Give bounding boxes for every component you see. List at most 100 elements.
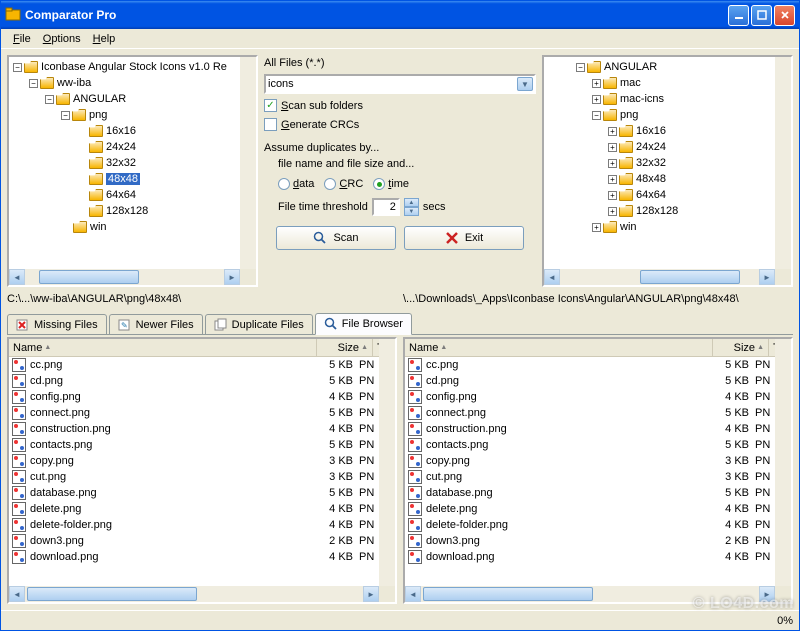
tree-node-label[interactable]: 64x64: [636, 189, 666, 201]
tree-node-label[interactable]: mac: [620, 77, 641, 89]
tree-node-label[interactable]: 16x16: [106, 125, 136, 137]
file-row[interactable]: down3.png2 KBPN: [405, 533, 775, 549]
file-row[interactable]: delete-folder.png4 KBPN: [405, 517, 775, 533]
tree-node-label[interactable]: 128x128: [636, 205, 678, 217]
tree-collapse-icon[interactable]: −: [13, 63, 22, 72]
tree-node-label[interactable]: 64x64: [106, 189, 136, 201]
tree-node-label[interactable]: ANGULAR: [604, 61, 657, 73]
tree-collapse-icon[interactable]: −: [45, 95, 54, 104]
file-row[interactable]: construction.png4 KBPN: [405, 421, 775, 437]
h-scrollbar[interactable]: ◄►: [9, 586, 379, 602]
tree-expand-icon[interactable]: +: [608, 159, 617, 168]
tree-collapse-icon[interactable]: −: [592, 111, 601, 120]
tree-expand-icon[interactable]: +: [608, 207, 617, 216]
v-scrollbar[interactable]: [775, 57, 791, 269]
file-row[interactable]: database.png5 KBPN: [9, 485, 379, 501]
file-row[interactable]: cut.png3 KBPN: [405, 469, 775, 485]
tree-expand-icon[interactable]: +: [608, 175, 617, 184]
tree-node-label[interactable]: Iconbase Angular Stock Icons v1.0 Re: [41, 61, 227, 73]
file-row[interactable]: construction.png4 KBPN: [9, 421, 379, 437]
filter-combo[interactable]: icons ▼: [264, 74, 536, 94]
file-row[interactable]: copy.png3 KBPN: [9, 453, 379, 469]
v-scrollbar[interactable]: [775, 339, 791, 586]
tree-collapse-icon[interactable]: −: [576, 63, 585, 72]
tree-node-label[interactable]: 48x48: [636, 173, 666, 185]
col-name[interactable]: Name▲: [9, 339, 317, 356]
radio-crc[interactable]: CRC: [324, 178, 363, 190]
tab-missing[interactable]: Missing Files: [7, 314, 107, 334]
file-row[interactable]: contacts.png5 KBPN: [9, 437, 379, 453]
file-row[interactable]: cd.png5 KBPN: [9, 373, 379, 389]
file-row[interactable]: database.png5 KBPN: [405, 485, 775, 501]
tree-node-label[interactable]: ANGULAR: [73, 93, 126, 105]
tab-duplicate[interactable]: Duplicate Files: [205, 314, 313, 334]
file-row[interactable]: cd.png5 KBPN: [405, 373, 775, 389]
spin-up[interactable]: ▲: [404, 198, 419, 207]
v-scrollbar[interactable]: [379, 339, 395, 586]
file-row[interactable]: connect.png5 KBPN: [9, 405, 379, 421]
tree-expand-icon[interactable]: +: [608, 143, 617, 152]
tree-node-label[interactable]: png: [89, 109, 107, 121]
tree-expand-icon[interactable]: +: [592, 79, 601, 88]
tree-node-label[interactable]: 24x24: [636, 141, 666, 153]
tree-expand-icon[interactable]: +: [592, 95, 601, 104]
tree-node-label[interactable]: win: [90, 221, 107, 233]
file-row[interactable]: contacts.png5 KBPN: [405, 437, 775, 453]
chevron-down-icon[interactable]: ▼: [517, 77, 533, 91]
left-file-list[interactable]: Name▲ Size▲ Ty cc.png5 KBPNcd.png5 KBPNc…: [7, 337, 397, 604]
h-scrollbar[interactable]: ◄►: [405, 586, 775, 602]
radio-data[interactable]: data: [278, 178, 314, 190]
tree-node-selected[interactable]: 48x48: [106, 173, 140, 185]
file-row[interactable]: down3.png2 KBPN: [9, 533, 379, 549]
spin-down[interactable]: ▼: [404, 207, 419, 216]
right-tree[interactable]: − ANGULAR + mac + mac-icns − png +16x16 +24x…: [542, 55, 793, 287]
tree-node-label[interactable]: 16x16: [636, 125, 666, 137]
tree-collapse-icon[interactable]: −: [29, 79, 38, 88]
close-button[interactable]: [774, 5, 795, 26]
file-row[interactable]: cc.png5 KBPN: [405, 357, 775, 373]
tree-node-label[interactable]: png: [620, 109, 638, 121]
menu-help[interactable]: Help: [87, 31, 122, 47]
exit-button[interactable]: Exit: [404, 226, 524, 250]
scan-button[interactable]: Scan: [276, 226, 396, 250]
radio-time[interactable]: time: [373, 178, 409, 190]
menu-options[interactable]: Options: [37, 31, 87, 47]
scan-sub-checkbox[interactable]: ✓: [264, 99, 277, 112]
menu-file[interactable]: File: [7, 31, 37, 47]
file-row[interactable]: delete.png4 KBPN: [405, 501, 775, 517]
minimize-button[interactable]: [728, 5, 749, 26]
tab-browser[interactable]: File Browser: [315, 313, 412, 335]
file-row[interactable]: connect.png5 KBPN: [405, 405, 775, 421]
tree-expand-icon[interactable]: +: [592, 223, 601, 232]
file-row[interactable]: download.png4 KBPN: [405, 549, 775, 565]
file-row[interactable]: config.png4 KBPN: [9, 389, 379, 405]
titlebar[interactable]: Comparator Pro: [1, 1, 799, 29]
tree-node-label[interactable]: ww-iba: [57, 77, 91, 89]
tree-node-label[interactable]: mac-icns: [620, 93, 664, 105]
file-row[interactable]: cut.png3 KBPN: [9, 469, 379, 485]
tree-node-label[interactable]: 24x24: [106, 141, 136, 153]
threshold-input[interactable]: 2: [372, 198, 400, 216]
col-size[interactable]: Size▲: [713, 339, 769, 356]
tree-node-label[interactable]: 32x32: [636, 157, 666, 169]
tab-newer[interactable]: ✎Newer Files: [109, 314, 203, 334]
v-scrollbar[interactable]: [240, 57, 256, 269]
tree-expand-icon[interactable]: +: [608, 191, 617, 200]
tree-collapse-icon[interactable]: −: [61, 111, 70, 120]
file-row[interactable]: download.png4 KBPN: [9, 549, 379, 565]
file-row[interactable]: delete.png4 KBPN: [9, 501, 379, 517]
tree-node-label[interactable]: 128x128: [106, 205, 148, 217]
tree-node-label[interactable]: 32x32: [106, 157, 136, 169]
maximize-button[interactable]: [751, 5, 772, 26]
file-row[interactable]: delete-folder.png4 KBPN: [9, 517, 379, 533]
col-name[interactable]: Name▲: [405, 339, 713, 356]
generate-crc-checkbox[interactable]: [264, 118, 277, 131]
right-file-list[interactable]: Name▲ Size▲ Ty cc.png5 KBPNcd.png5 KBPNc…: [403, 337, 793, 604]
h-scrollbar[interactable]: ◄►: [9, 269, 240, 285]
file-row[interactable]: copy.png3 KBPN: [405, 453, 775, 469]
col-size[interactable]: Size▲: [317, 339, 373, 356]
tree-node-label[interactable]: win: [620, 221, 637, 233]
h-scrollbar[interactable]: ◄►: [544, 269, 775, 285]
left-tree[interactable]: −Iconbase Angular Stock Icons v1.0 Re −w…: [7, 55, 258, 287]
file-row[interactable]: config.png4 KBPN: [405, 389, 775, 405]
